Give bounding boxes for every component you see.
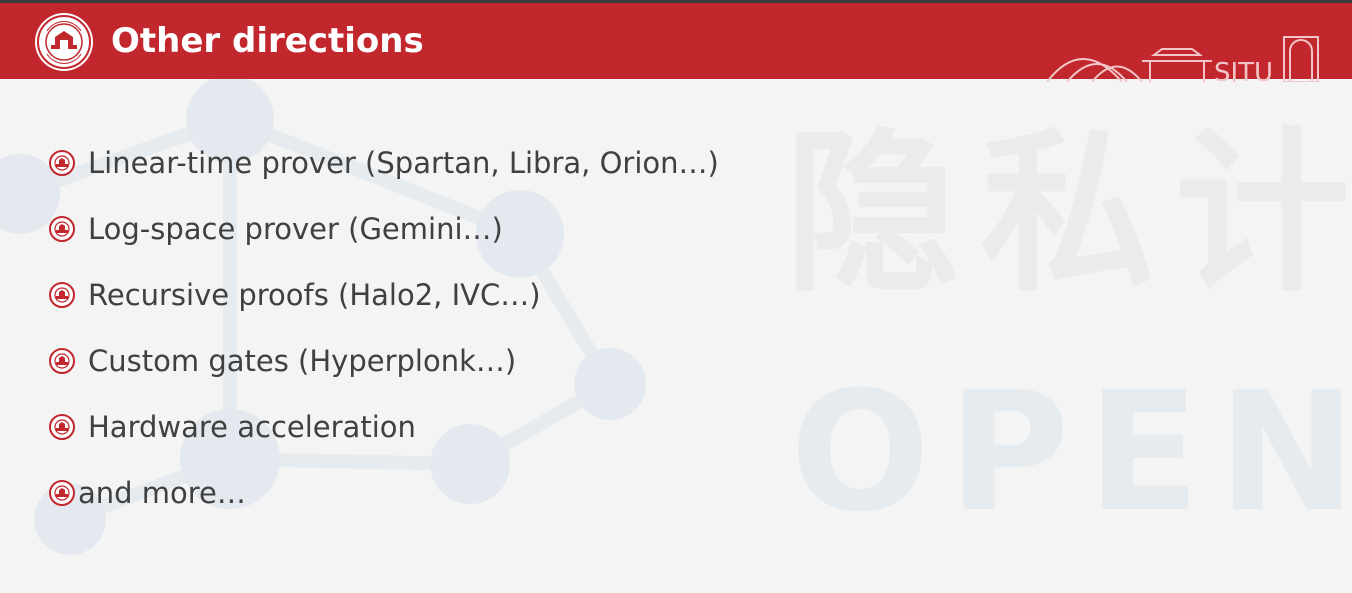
bullet-text: and more… — [78, 476, 246, 510]
watermark-latin-text: OPEN — [790, 356, 1352, 548]
university-seal-icon — [35, 13, 93, 71]
bullet-text: Recursive proofs (Halo2, IVC…) — [88, 278, 541, 312]
slide: 隐私计 OPEN Other directions SJTU Linear-ti… — [0, 0, 1352, 593]
university-seal-bullet-icon — [49, 480, 75, 506]
bullet-item-6: and more… — [48, 460, 719, 526]
bullet-item-2: Log-space prover (Gemini…) — [48, 196, 719, 262]
bullet-text: Log-space prover (Gemini…) — [88, 212, 503, 246]
sjtu-gate-logo-icon: SJTU — [1046, 36, 1319, 82]
bullet-text: Linear-time prover (Spartan, Libra, Orio… — [88, 146, 719, 180]
university-seal-bullet-icon — [49, 150, 75, 176]
bullet-item-1: Linear-time prover (Spartan, Libra, Orio… — [48, 130, 719, 196]
bullet-list: Linear-time prover (Spartan, Libra, Orio… — [48, 130, 719, 526]
bullet-item-5: Hardware acceleration — [48, 394, 719, 460]
university-seal-bullet-icon — [49, 282, 75, 308]
header-mark-text: SJTU — [1214, 58, 1273, 82]
bullet-item-3: Recursive proofs (Halo2, IVC…) — [48, 262, 719, 328]
watermark-chinese-text: 隐私计 — [785, 113, 1352, 316]
university-seal-bullet-icon — [49, 414, 75, 440]
bullet-text: Custom gates (Hyperplonk…) — [88, 344, 517, 378]
university-seal-bullet-icon — [49, 216, 75, 242]
slide-title: Other directions — [111, 21, 424, 61]
header-bar: Other directions SJTU — [0, 0, 1352, 82]
bullet-item-4: Custom gates (Hyperplonk…) — [48, 328, 719, 394]
university-seal-bullet-icon — [49, 348, 75, 374]
bullet-text: Hardware acceleration — [88, 410, 416, 444]
